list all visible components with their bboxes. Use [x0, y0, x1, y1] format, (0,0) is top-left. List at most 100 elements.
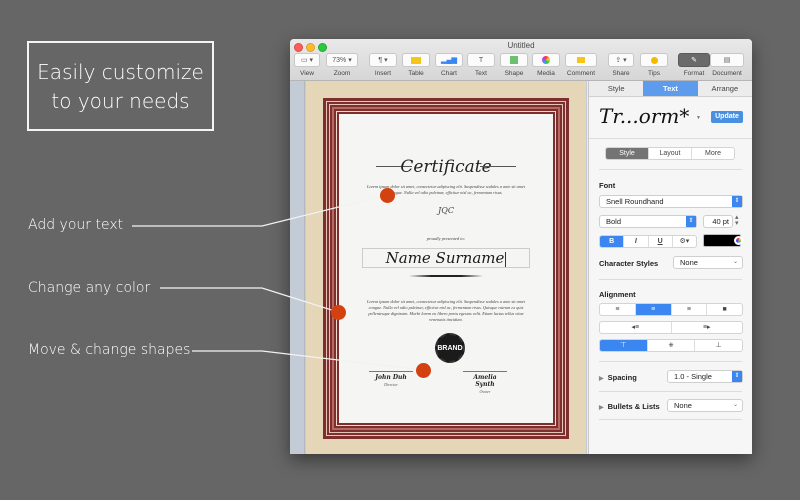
divider [599, 391, 742, 392]
vertical-alignment: ⊤ ⧺ ⊥ [599, 339, 743, 352]
text-subtabs: Style Layout More [605, 147, 735, 160]
marker-dot-text [380, 188, 395, 203]
signature-owner[interactable]: Amelia Synth Owner [463, 371, 507, 394]
tab-arrange[interactable]: Arrange [697, 81, 752, 96]
divider [599, 169, 742, 170]
recipient-name-field[interactable]: Name Surname [362, 248, 530, 268]
tips-label: Tips [647, 70, 661, 77]
update-style-button[interactable]: Update [711, 111, 743, 123]
divider [599, 279, 742, 280]
underline-button[interactable]: U [649, 236, 673, 247]
insert-label: Insert [374, 70, 392, 77]
paragraph-icon: ¶ ▾ [369, 53, 397, 67]
signature-line [463, 371, 507, 372]
insert-button[interactable]: ¶ ▾ Insert [369, 53, 397, 77]
certificate-page[interactable]: Certificate Lorem ipsum dolor sit amet, … [306, 81, 586, 454]
font-style-buttons: B I U ⚙▾ [599, 235, 697, 248]
font-size-field[interactable]: 40 pt [703, 215, 733, 228]
subtab-layout[interactable]: Layout [649, 148, 692, 159]
align-bottom-icon[interactable]: ⊥ [695, 340, 742, 351]
alignment-section-label: Alignment [599, 290, 636, 299]
divider [599, 361, 742, 362]
table-label: Table [408, 70, 424, 77]
brand-badge[interactable]: BRAND [435, 333, 465, 363]
italic-button[interactable]: I [624, 236, 649, 247]
character-styles-label: Character Styles [599, 259, 659, 268]
bold-button[interactable]: B [600, 236, 625, 247]
zoom-label: Zoom [333, 70, 351, 77]
chevron-down-icon[interactable]: ▼ [696, 115, 701, 121]
certificate-title[interactable]: Certificate [339, 157, 553, 177]
paragraph-style-preview[interactable]: Tr...orm* [599, 104, 689, 128]
share-label: Share [612, 70, 630, 77]
comment-label: Comment [566, 70, 596, 77]
promo-headline-line1: Easily customize [37, 60, 204, 84]
color-wheel-icon[interactable] [734, 236, 743, 245]
callout-move-shapes: Move & change shapes [28, 342, 191, 358]
chevron-updown-icon: ⇕ [686, 216, 696, 227]
font-family-select[interactable]: Snell Roundhand ⇕ [599, 195, 743, 208]
tips-icon [640, 53, 668, 67]
text-button[interactable]: T Text [467, 53, 495, 77]
font-size-stepper[interactable]: ▴ ▾ [735, 214, 739, 227]
shape-label: Shape [504, 70, 524, 77]
horizontal-alignment: ≡ ≡ ≡ ■ [599, 303, 743, 316]
certificate-border[interactable]: Certificate Lorem ipsum dolor sit amet, … [323, 98, 569, 439]
marker-dot-color [331, 305, 346, 320]
spacing-select[interactable]: 1.0 - Single ⇕ [667, 370, 743, 383]
subtab-style[interactable]: Style [606, 148, 649, 159]
chart-button[interactable]: ▂▄▆ Chart [435, 53, 463, 77]
font-section-label: Font [599, 181, 616, 190]
increase-indent-icon[interactable]: ≡▸ [672, 322, 743, 333]
font-size-value: 40 pt [712, 217, 729, 226]
comment-icon [565, 53, 597, 67]
toolbar: Untitled ▭ ▾ View 73% ▾ Zoom ¶ ▾ Insert … [290, 39, 752, 81]
inspector-tabs: Style Text Arrange [589, 81, 752, 97]
align-justify-icon[interactable]: ■ [707, 304, 742, 315]
view-label: View [300, 70, 314, 77]
page-thumbnail-strip [290, 81, 305, 454]
bullets-select[interactable]: None ⌄ [667, 399, 743, 412]
tips-button[interactable]: Tips [640, 53, 668, 77]
media-icon [532, 53, 560, 67]
presented-to-text[interactable]: proudly presented to: [339, 236, 553, 241]
signature-director[interactable]: John Duh Director [369, 371, 413, 387]
document-label: Document [712, 70, 742, 77]
spacing-disclosure[interactable]: ▶ Spacing [599, 373, 637, 382]
tab-text[interactable]: Text [643, 81, 698, 96]
text-cursor [505, 251, 507, 267]
bullets-label: Bullets & Lists [607, 402, 660, 411]
zoom-button[interactable]: 73% ▾ Zoom [326, 53, 358, 77]
decrease-indent-icon[interactable]: ◂≡ [600, 322, 672, 333]
character-styles-select[interactable]: None ⌄ [673, 256, 743, 269]
typeface-select[interactable]: Bold ⇕ [599, 215, 697, 228]
table-button[interactable]: Table [402, 53, 430, 77]
recipient-name: Name Surname [385, 249, 505, 267]
tab-style[interactable]: Style [589, 81, 644, 96]
align-right-icon[interactable]: ≡ [672, 304, 708, 315]
gear-icon[interactable]: ⚙▾ [673, 236, 696, 247]
align-left-icon[interactable]: ≡ [600, 304, 636, 315]
signature-role: Owner [479, 389, 491, 394]
share-button[interactable]: ⇪ ▾ Share [608, 53, 634, 77]
body-text[interactable]: Lorem ipsum dolor sit amet, consectetur … [363, 299, 529, 323]
view-button[interactable]: ▭ ▾ View [294, 53, 320, 77]
align-center-icon[interactable]: ≡ [635, 304, 672, 315]
document-button[interactable]: ▤ Document [710, 53, 744, 77]
chart-label: Chart [441, 70, 457, 77]
document-canvas[interactable]: Certificate Lorem ipsum dolor sit amet, … [305, 81, 587, 454]
chevron-updown-icon: ⇕ [732, 196, 742, 207]
promo-headline-box: Easily customize to your needs [27, 41, 214, 131]
window-title: Untitled [507, 41, 535, 50]
marker-dot-shapes [416, 363, 431, 378]
align-top-icon[interactable]: ⊤ [600, 340, 648, 351]
format-button[interactable]: ✎ Format [678, 53, 710, 77]
align-middle-icon[interactable]: ⧺ [648, 340, 696, 351]
signature-name: Amelia Synth [473, 374, 497, 388]
subtab-more[interactable]: More [692, 148, 734, 159]
shape-button[interactable]: Shape [500, 53, 528, 77]
text-label: Text [475, 70, 487, 77]
comment-button[interactable]: Comment [565, 53, 597, 77]
media-button[interactable]: Media [532, 53, 560, 77]
bullets-disclosure[interactable]: ▶ Bullets & Lists [599, 402, 660, 411]
